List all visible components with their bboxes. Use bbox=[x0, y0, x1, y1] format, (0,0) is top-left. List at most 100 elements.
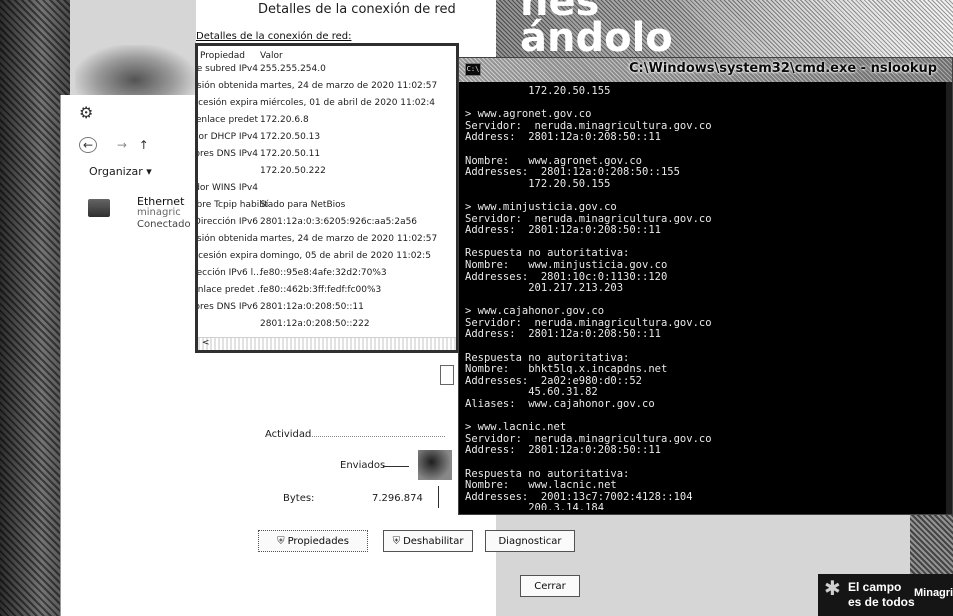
organize-menu[interactable]: Organizar ▾ bbox=[89, 165, 152, 178]
banner-line2: es de todos bbox=[848, 595, 915, 609]
cmd-title: C:\Windows\system32\cmd.exe - nslookup bbox=[629, 61, 938, 76]
detail-row[interactable]: La concesión expiramiércoles, 01 de abri… bbox=[198, 97, 456, 110]
bytes-label: Bytes: bbox=[283, 493, 315, 504]
ethernet-network: minagric bbox=[137, 207, 181, 218]
detail-row[interactable]: Puerta de enlace predet ...fe80::462b:3f… bbox=[198, 284, 456, 297]
detail-value: domingo, 05 de abril de 2020 11:02:5 bbox=[260, 251, 431, 261]
console-line: 200.3.14.184 bbox=[465, 502, 605, 510]
detail-value: fe80::95e8:4afe:32d2:70%3 bbox=[260, 268, 387, 278]
detail-row[interactable]: Concesión obtenidamartes, 24 de marzo de… bbox=[198, 233, 456, 246]
detail-property: Servidor DHCP IPv4 bbox=[198, 132, 258, 142]
detail-property: Servidores DNS IPv6 bbox=[198, 302, 258, 312]
cmd-console-output[interactable]: 172.20.50.155 > www.agronet.gov.co Servid… bbox=[465, 86, 947, 510]
detail-value: 172.20.50.222 bbox=[260, 166, 326, 176]
back-button[interactable]: ← bbox=[79, 137, 98, 153]
console-line: Aliases: www.cajahonor.gov.co bbox=[465, 398, 655, 411]
detail-value: 2801:12a:0:208:50::11 bbox=[260, 302, 364, 312]
detail-value: 255.255.254.0 bbox=[260, 64, 326, 74]
sent-line bbox=[383, 466, 409, 467]
detail-row[interactable]: Concesión obtenidamartes, 24 de marzo de… bbox=[198, 80, 456, 93]
network-details-list[interactable]: Propiedad Valor Máscara de subred IPv425… bbox=[195, 43, 459, 353]
console-line: Address: 2801:12a:0:208:50::11 bbox=[465, 131, 661, 144]
column-header-value[interactable]: Valor bbox=[260, 50, 283, 63]
seal-icon: ✱ bbox=[824, 578, 841, 600]
console-line: Addresses: 2801:12a:0:208:50::155 bbox=[465, 166, 680, 179]
banner-brand: Minagri bbox=[914, 587, 953, 599]
scroll-left-icon[interactable]: < bbox=[202, 338, 210, 348]
window-app-icon: ⚙ bbox=[79, 103, 94, 122]
ethernet-status: Conectado bbox=[137, 219, 191, 230]
detail-row[interactable]: La concesión expiradomingo, 05 de abril … bbox=[198, 250, 456, 263]
detail-row[interactable]: Servidores DNS IPv4172.20.50.11 bbox=[198, 148, 456, 161]
detail-value: martes, 24 de marzo de 2020 11:02:57 bbox=[260, 234, 438, 244]
detail-property: Vínculo: dirección IPv6 l... bbox=[198, 268, 262, 278]
detail-row[interactable]: Máscara de subred IPv4255.255.254.0 bbox=[198, 63, 456, 76]
activity-divider bbox=[305, 436, 445, 437]
diagnose-button[interactable]: Diagnosticar bbox=[485, 530, 575, 552]
detail-property: Concesión obtenida bbox=[198, 234, 258, 244]
column-header-property[interactable]: Propiedad bbox=[200, 50, 245, 63]
detail-property: Puerta de enlace predet bbox=[198, 115, 258, 125]
horizontal-scrollbar[interactable]: < bbox=[198, 337, 456, 350]
details-header: Propiedad Valor bbox=[198, 50, 456, 63]
detail-property: La concesión expira bbox=[198, 251, 258, 261]
properties-label: Propiedades bbox=[287, 535, 349, 547]
detail-property: Máscara de subred IPv4 bbox=[198, 64, 258, 74]
detail-property: Concesión obtenida bbox=[198, 81, 258, 91]
detail-property: Dirección IPv6 bbox=[198, 217, 258, 227]
detail-row[interactable]: Puerta de enlace predet172.20.6.8 bbox=[198, 114, 456, 127]
forward-button[interactable]: → bbox=[117, 138, 127, 152]
detail-value: Sí bbox=[260, 200, 269, 210]
detail-value: 172.20.50.13 bbox=[260, 132, 321, 142]
detail-row[interactable]: Servidor DHCP IPv4172.20.50.13 bbox=[198, 131, 456, 144]
console-line: 172.20.50.155 bbox=[465, 86, 611, 97]
cmd-app-icon: C:\ bbox=[465, 63, 481, 76]
navigation-bar: ← → ↑ bbox=[79, 137, 149, 153]
wallpaper-text-second: ándolo bbox=[520, 15, 673, 61]
detail-row[interactable]: Servidor WINS IPv4 bbox=[198, 182, 456, 195]
detail-value: miércoles, 01 de abril de 2020 11:02:4 bbox=[260, 98, 435, 108]
console-line: 172.20.50.155 bbox=[465, 177, 611, 190]
detail-property: Servidor WINS IPv4 bbox=[198, 183, 258, 193]
properties-button[interactable]: ⛨ Propiedades bbox=[258, 530, 368, 552]
details-caption: Detalles de la conexión de red: bbox=[196, 31, 352, 42]
console-line: Nombre: www.minjusticia.gov.co bbox=[465, 258, 668, 271]
minagricultura-banner: ✱ El campo es de todos Minagri bbox=[818, 574, 953, 616]
shield-icon: ⛨ bbox=[392, 535, 401, 547]
detail-row[interactable]: 2801:12a:0:208:50::222 bbox=[198, 318, 456, 331]
console-line: Address: 2801:12a:0:208:50::11 bbox=[465, 328, 661, 341]
sent-label: Enviados bbox=[340, 460, 386, 471]
bytes-divider bbox=[438, 486, 439, 508]
detail-property: Servidores DNS IPv4 bbox=[198, 149, 258, 159]
detail-row[interactable]: 172.20.50.222 bbox=[198, 165, 456, 178]
cmd-window[interactable]: C:\ C:\Windows\system32\cmd.exe - nslook… bbox=[458, 57, 953, 515]
close-label: Cerrar bbox=[534, 580, 566, 592]
detail-value: martes, 24 de marzo de 2020 11:02:57 bbox=[260, 81, 438, 91]
detail-row[interactable]: Servidores DNS IPv62801:12a:0:208:50::11 bbox=[198, 301, 456, 314]
detail-row[interactable]: Dirección IPv6 2801:12a:0:3:6205:926c:aa5… bbox=[198, 216, 456, 229]
console-line: Address: 2801:12a:0:208:50::11 bbox=[465, 444, 661, 457]
close-button[interactable]: Cerrar bbox=[520, 575, 580, 597]
cmd-scrollbar[interactable] bbox=[946, 82, 952, 514]
cmd-titlebar[interactable]: C:\ C:\Windows\system32\cmd.exe - nslook… bbox=[459, 58, 952, 82]
detail-property: Puerta de enlace predet ... bbox=[198, 285, 266, 295]
detail-value: 2801:12a:0:3:6205:926c:aa5:2a56 bbox=[260, 217, 418, 227]
details-button-edge[interactable] bbox=[440, 365, 454, 385]
disable-button[interactable]: ⛨ Deshabilitar bbox=[383, 530, 473, 552]
console-line: Address: 2801:12a:0:208:50::11 bbox=[465, 224, 661, 237]
detail-value: 2801:12a:0:208:50::222 bbox=[260, 319, 370, 329]
shield-icon: ⛨ bbox=[277, 535, 285, 547]
console-line: > www.minjusticia.gov.co bbox=[465, 200, 617, 213]
detail-row[interactable]: Vínculo: dirección IPv6 l...fe80::95e8:4… bbox=[198, 267, 456, 280]
disable-label: Deshabilitar bbox=[403, 535, 464, 547]
up-button[interactable]: ↑ bbox=[139, 138, 149, 152]
desktop-wallpaper-top: nes ándolo bbox=[495, 0, 953, 60]
detail-value: fe80::462b:3ff:fedf:fc00%3 bbox=[260, 285, 382, 295]
ethernet-adapter-icon[interactable] bbox=[88, 199, 110, 217]
detail-property: NetBIOS sobre Tcpip habilitado para NetB… bbox=[198, 200, 346, 210]
bytes-sent-value: 7.296.874 bbox=[372, 493, 423, 504]
detail-row[interactable]: NetBIOS sobre Tcpip habilitado para NetB… bbox=[198, 199, 456, 212]
detail-property: La concesión expira bbox=[198, 98, 258, 108]
